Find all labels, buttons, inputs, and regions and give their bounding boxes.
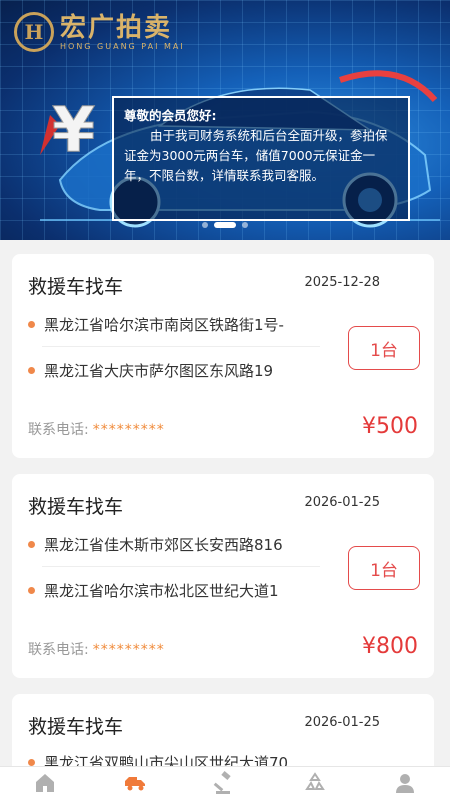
notice-body: 由于我司财务系统和后台全面升级，参拍保证金为3000元两台车，储值7000元保证… <box>124 128 388 183</box>
listing-price: ¥800 <box>362 634 418 659</box>
contact-phone: 联系电话: ********* <box>28 639 165 659</box>
address-dot-icon <box>28 367 35 374</box>
svg-text:¥: ¥ <box>52 93 95 163</box>
phone-masked: ********* <box>92 422 165 438</box>
brand-logo: H 宏广拍卖 HONG GUANG PAI MAI <box>14 12 185 52</box>
logo-pinyin-name: HONG GUANG PAI MAI <box>60 41 185 51</box>
dropoff-address: 黑龙江省哈尔滨市松北区世纪大道1 <box>28 580 279 601</box>
address-divider <box>42 346 320 347</box>
tab-tow-truck[interactable] <box>90 767 180 800</box>
listing-date: 2026-01-25 <box>304 715 380 730</box>
address-dot-icon <box>28 587 35 594</box>
logo-chinese-name: 宏广拍卖 <box>60 12 173 43</box>
carousel-dot[interactable] <box>202 222 208 228</box>
tab-auction[interactable] <box>180 767 270 800</box>
user-icon <box>396 774 414 793</box>
address-dot-icon <box>28 321 35 328</box>
address-dot-icon <box>28 541 35 548</box>
dropoff-address-text: 黑龙江省哈尔滨市松北区世纪大道1 <box>44 582 279 600</box>
quantity-button[interactable]: 1台 <box>348 546 420 590</box>
dropoff-address: 黑龙江省大庆市萨尔图区东风路19 <box>28 360 273 381</box>
carousel-dot[interactable] <box>242 222 248 228</box>
auction-gavel-icon <box>213 771 231 794</box>
phone-label: 联系电话: <box>28 422 89 438</box>
tab-profile[interactable] <box>360 767 450 800</box>
listing-card[interactable]: 救援车找车 2026-01-25 黑龙江省佳木斯市郊区长安西路816 黑龙江省哈… <box>12 474 434 678</box>
bottom-tab-bar <box>0 766 450 800</box>
contact-phone: 联系电话: ********* <box>28 419 165 439</box>
address-divider <box>42 566 320 567</box>
listing-title: 救援车找车 <box>28 496 124 518</box>
listing-date: 2026-01-25 <box>304 495 380 510</box>
listing-card[interactable]: 救援车找车 2025-12-28 黑龙江省哈尔滨市南岗区铁路街1号- 黑龙江省大… <box>12 254 434 458</box>
promo-banner[interactable]: H 宏广拍卖 HONG GUANG PAI MAI ¥ 尊敬的会员您好: 由于我… <box>0 0 450 240</box>
listing-date: 2025-12-28 <box>304 275 380 290</box>
carousel-dot-active[interactable] <box>214 222 236 228</box>
member-notice-box: 尊敬的会员您好: 由于我司财务系统和后台全面升级，参拍保证金为3000元两台车，… <box>112 96 410 221</box>
listing-price: ¥500 <box>362 414 418 439</box>
logo-mark-icon: H <box>14 12 54 52</box>
tow-truck-icon <box>125 777 145 791</box>
listing-title: 救援车找车 <box>28 716 124 738</box>
quantity-button[interactable]: 1台 <box>348 326 420 370</box>
pickup-address-text: 黑龙江省哈尔滨市南岗区铁路街1号- <box>44 316 284 334</box>
dropoff-address-text: 黑龙江省大庆市萨尔图区东风路19 <box>44 362 274 380</box>
pickup-address-text: 黑龙江省佳木斯市郊区长安西路816 <box>44 536 283 554</box>
phone-label: 联系电话: <box>28 642 89 658</box>
tab-home[interactable] <box>0 767 90 800</box>
pickup-address: 黑龙江省佳木斯市郊区长安西路816 <box>28 534 283 555</box>
phone-masked: ********* <box>92 642 165 658</box>
recycle-icon <box>305 772 325 790</box>
yen-symbol-icon: ¥ <box>40 93 96 163</box>
carousel-indicators[interactable] <box>0 222 450 228</box>
home-icon <box>36 774 54 792</box>
pickup-address: 黑龙江省哈尔滨市南岗区铁路街1号- <box>28 314 284 335</box>
tab-recycle[interactable] <box>270 767 360 800</box>
address-dot-icon <box>28 759 35 766</box>
listing-title: 救援车找车 <box>28 276 124 298</box>
notice-greeting: 尊敬的会员您好: <box>124 108 217 123</box>
